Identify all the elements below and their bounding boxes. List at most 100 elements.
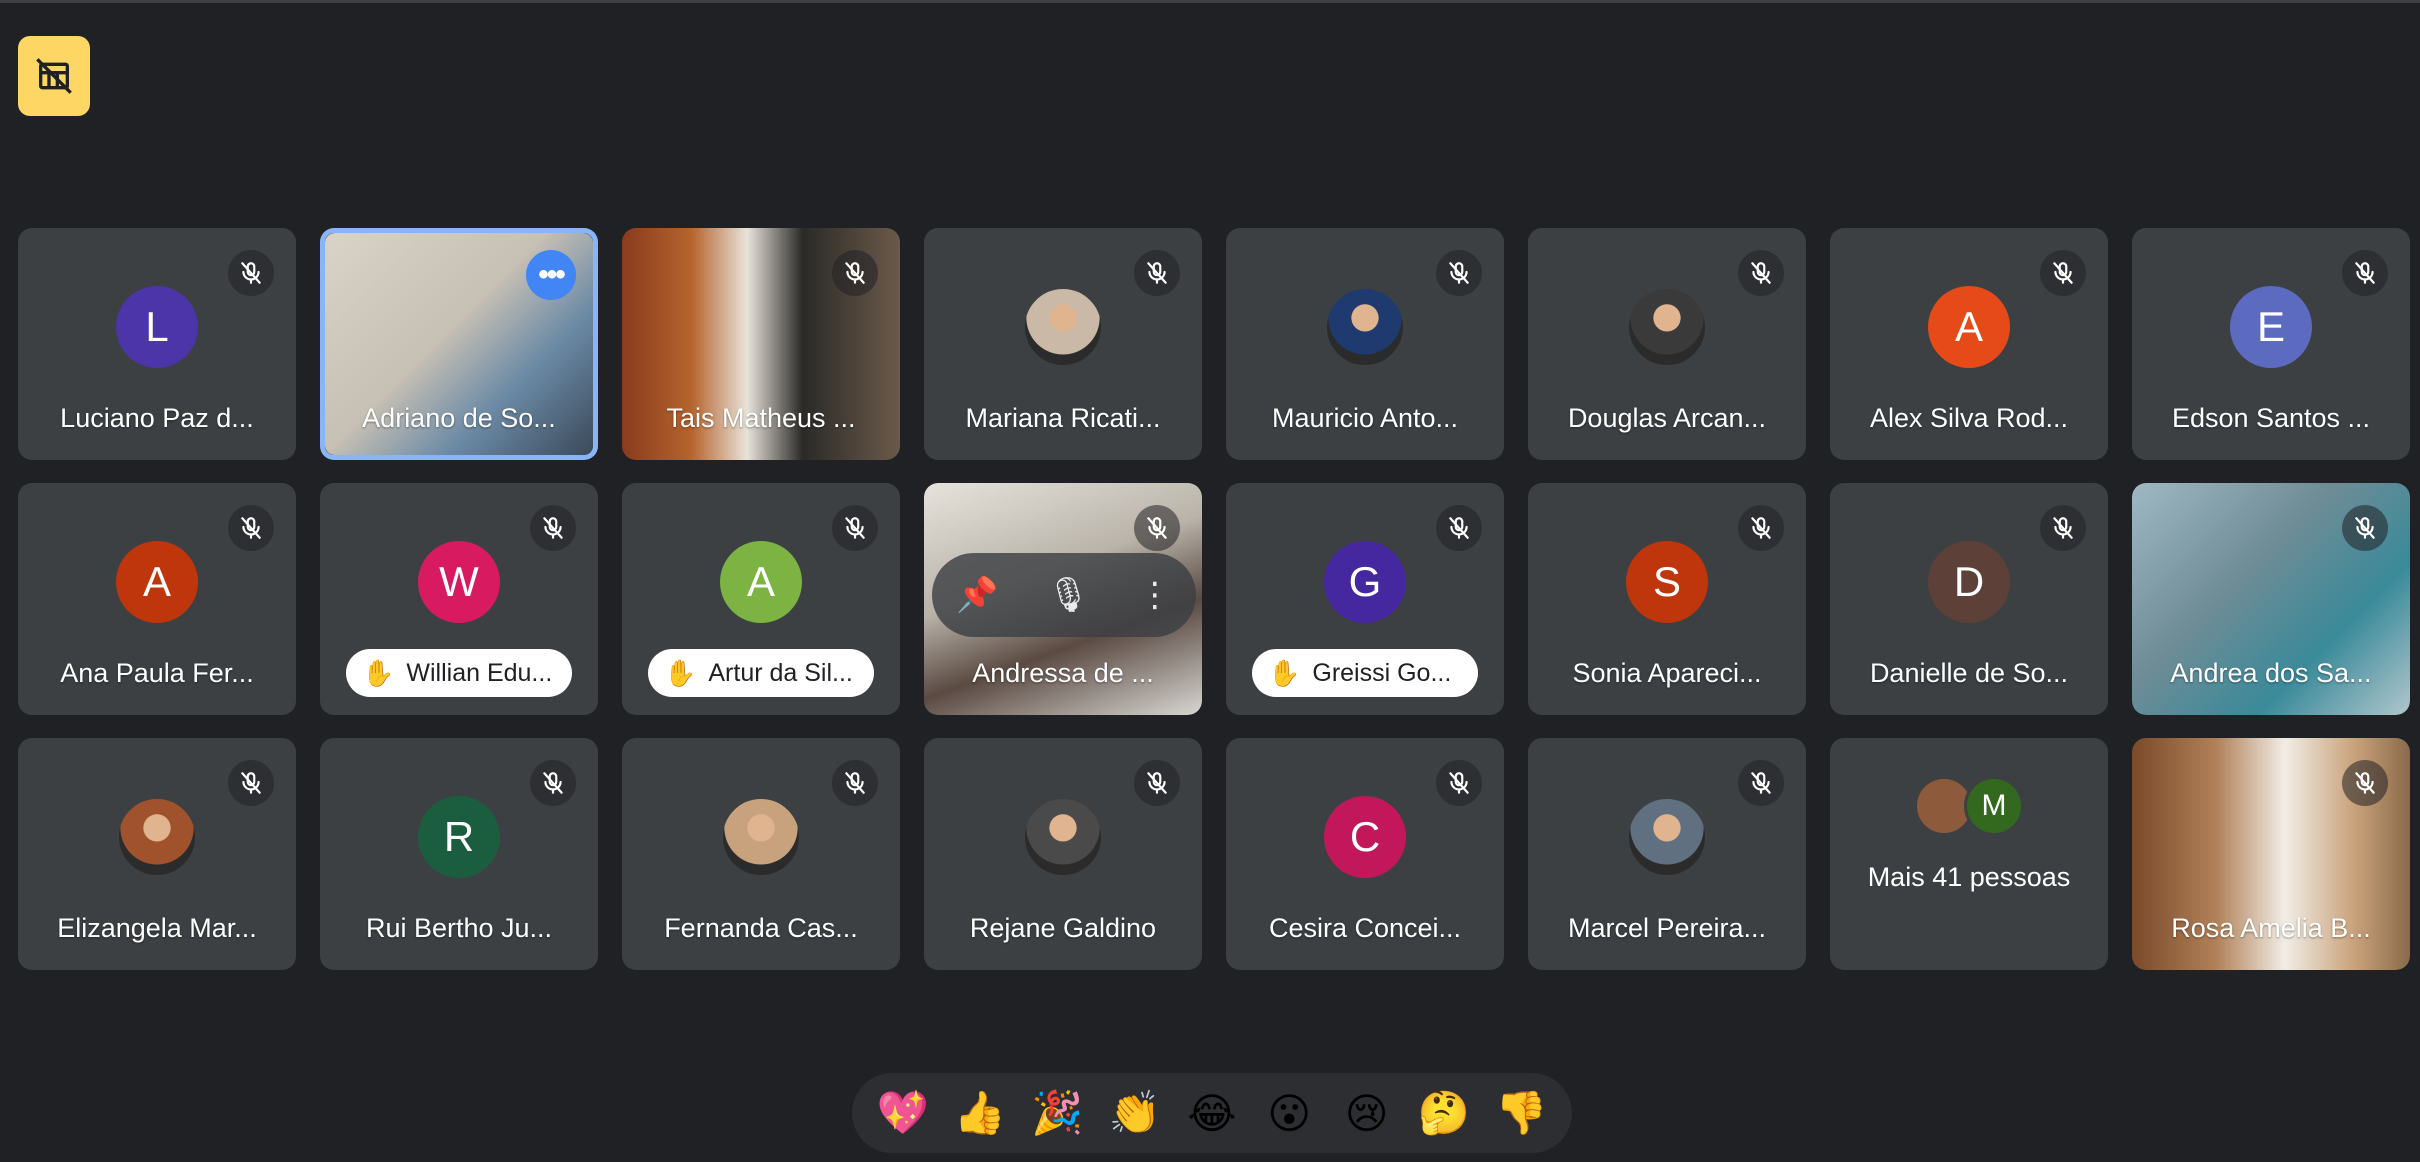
participant-tile[interactable]: Tais Matheus ...: [622, 228, 900, 460]
reaction-button[interactable]: 😮: [1254, 1078, 1324, 1148]
mic-off-indicator: [1436, 505, 1482, 551]
mic-off-icon: [845, 262, 865, 284]
profile-photo: [1022, 796, 1104, 878]
participant-name: Douglas Arcan...: [1567, 403, 1767, 433]
pin-icon[interactable]: 📌: [956, 575, 998, 615]
participant-name: Rui Bertho Ju...: [365, 913, 553, 943]
participant-tile[interactable]: Rosa Amelia B...: [2132, 738, 2410, 970]
raised-hand-icon: ✋: [1268, 657, 1301, 688]
participant-tile[interactable]: M Mais 41 pessoas: [1830, 738, 2108, 970]
participant-tile[interactable]: Mariana Ricati...: [924, 228, 1202, 460]
participant-tile[interactable]: ••• Adriano de So...: [320, 228, 598, 460]
reaction-button[interactable]: 💖: [868, 1078, 938, 1148]
reaction-button[interactable]: 😂: [1177, 1078, 1247, 1148]
mic-off-indicator: [228, 250, 274, 296]
mic-off-icon: [1751, 262, 1771, 284]
more-people-label: Mais 41 pessoas: [1867, 861, 2071, 892]
reactions-bar: 💖 👍 🎉 👏 😂 😮 😢 🤔 👎: [852, 1073, 1572, 1153]
avatar: R: [418, 796, 500, 878]
participant-tile[interactable]: R Rui Bertho Ju...: [320, 738, 598, 970]
reaction-button[interactable]: 👎: [1486, 1078, 1556, 1148]
participant-name: Greissi Go...: [1312, 658, 1452, 687]
mute-icon[interactable]: 🎙: [1047, 575, 1090, 615]
participant-tile[interactable]: L Luciano Paz d...: [18, 228, 296, 460]
mic-off-icon: [1449, 772, 1469, 794]
mic-off-icon: [241, 772, 261, 794]
participant-tile[interactable]: A ✋ Artur da Sil...: [622, 483, 900, 715]
participant-tile[interactable]: E Edson Santos ...: [2132, 228, 2410, 460]
participant-name: Rejane Galdino: [969, 913, 1157, 943]
raised-hand-icon: ✋: [664, 657, 697, 688]
mic-off-indicator: [2040, 250, 2086, 296]
mic-off-icon: [1147, 517, 1167, 539]
participant-tile[interactable]: C Cesira Concei...: [1226, 738, 1504, 970]
mic-off-indicator: [530, 505, 576, 551]
participant-tile[interactable]: 📌 🎙 ⋮ Andressa de ...: [924, 483, 1202, 715]
avatar: A: [720, 541, 802, 623]
mic-off-icon: [543, 772, 563, 794]
more-options-icon[interactable]: •••: [526, 250, 576, 300]
mic-off-icon: [2053, 262, 2073, 284]
participant-name: Cesira Concei...: [1268, 913, 1462, 943]
participant-name: Mariana Ricati...: [965, 403, 1161, 433]
mic-off-icon: [2053, 517, 2073, 539]
participant-tile[interactable]: Mauricio Anto...: [1226, 228, 1504, 460]
mic-off-icon: [2355, 262, 2375, 284]
participant-name: Willian Edu...: [406, 658, 553, 687]
mic-off-indicator: [1134, 505, 1180, 551]
participant-name: Elizangela Mar...: [57, 913, 257, 943]
mic-off-icon: [1449, 517, 1469, 539]
avatar: S: [1626, 541, 1708, 623]
participant-tile[interactable]: A Ana Paula Fer...: [18, 483, 296, 715]
hide-tiles-button[interactable]: [18, 36, 90, 116]
participant-name: Ana Paula Fer...: [60, 658, 254, 688]
mic-off-icon: [241, 262, 261, 284]
participant-name: Tais Matheus ...: [666, 403, 856, 433]
participant-grid: L Luciano Paz d... ••• Adriano de So... Tais…: [18, 228, 2410, 970]
participant-tile[interactable]: W ✋ Willian Edu...: [320, 483, 598, 715]
avatar: A: [1928, 286, 2010, 368]
mic-off-indicator: [832, 505, 878, 551]
participant-tile[interactable]: Andrea dos Sa...: [2132, 483, 2410, 715]
mic-off-icon: [1147, 772, 1167, 794]
participant-name: Andrea dos Sa...: [2170, 658, 2372, 688]
more-icon[interactable]: ⋮: [1138, 575, 1172, 615]
top-divider: [0, 0, 2420, 3]
mic-off-icon: [1751, 517, 1771, 539]
profile-photo: [1324, 286, 1406, 368]
participant-tile[interactable]: G ✋ Greissi Go...: [1226, 483, 1504, 715]
participant-tile[interactable]: S Sonia Apareci...: [1528, 483, 1806, 715]
mic-off-icon: [543, 517, 563, 539]
participant-name: Edson Santos ...: [2171, 403, 2371, 433]
avatar: D: [1928, 541, 2010, 623]
raised-hand-icon: ✋: [362, 657, 395, 688]
reaction-button[interactable]: 😢: [1332, 1078, 1402, 1148]
mic-off-indicator: [228, 760, 274, 806]
participant-tile[interactable]: Rejane Galdino: [924, 738, 1202, 970]
participant-tile[interactable]: D Danielle de So...: [1830, 483, 2108, 715]
mic-off-icon: [1751, 772, 1771, 794]
participant-tile[interactable]: Elizangela Mar...: [18, 738, 296, 970]
participant-tile[interactable]: Fernanda Cas...: [622, 738, 900, 970]
hide-tiles-icon: [36, 58, 72, 94]
more-avatars: M: [1914, 775, 2024, 836]
participant-name: Andressa de ...: [972, 658, 1154, 688]
reaction-button[interactable]: 👏: [1100, 1078, 1170, 1148]
reaction-button[interactable]: 🎉: [1022, 1078, 1092, 1148]
mini-avatar: M: [1964, 775, 2024, 836]
participant-tile[interactable]: Douglas Arcan...: [1528, 228, 1806, 460]
participant-tile[interactable]: A Alex Silva Rod...: [1830, 228, 2108, 460]
reaction-button[interactable]: 🤔: [1409, 1078, 1479, 1148]
mic-off-indicator: [2342, 760, 2388, 806]
mic-off-indicator: [832, 760, 878, 806]
mic-off-indicator: [2342, 505, 2388, 551]
participant-name: Luciano Paz d...: [60, 403, 254, 433]
mic-off-indicator: [1134, 760, 1180, 806]
participant-name: Alex Silva Rod...: [1869, 403, 2069, 433]
mic-off-icon: [241, 517, 261, 539]
mic-off-indicator: [832, 250, 878, 296]
participant-name: Artur da Sil...: [708, 658, 853, 687]
reaction-button[interactable]: 👍: [945, 1078, 1015, 1148]
profile-photo: [1626, 796, 1708, 878]
participant-tile[interactable]: Marcel Pereira...: [1528, 738, 1806, 970]
